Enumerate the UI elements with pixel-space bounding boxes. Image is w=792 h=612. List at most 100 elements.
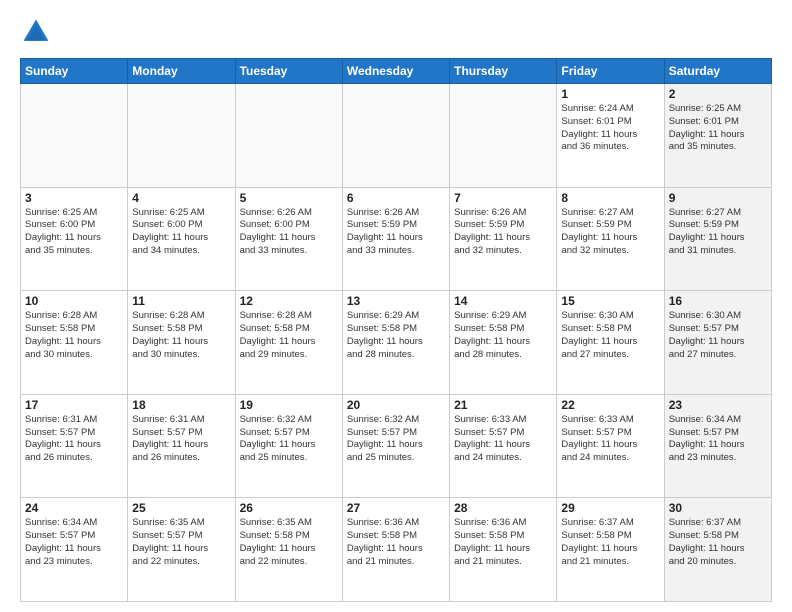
day-info: Sunrise: 6:26 AM Sunset: 6:00 PM Dayligh…	[240, 207, 338, 258]
weekday-header-saturday: Saturday	[664, 59, 771, 84]
day-info: Sunrise: 6:35 AM Sunset: 5:57 PM Dayligh…	[132, 517, 230, 568]
calendar-cell: 17 Sunrise: 6:31 AM Sunset: 5:57 PM Dayli…	[21, 394, 128, 498]
day-info: Sunrise: 6:29 AM Sunset: 5:58 PM Dayligh…	[454, 310, 552, 361]
calendar-cell	[21, 84, 128, 188]
calendar-cell: 24 Sunrise: 6:34 AM Sunset: 5:57 PM Dayli…	[21, 498, 128, 602]
day-info: Sunrise: 6:31 AM Sunset: 5:57 PM Dayligh…	[25, 414, 123, 465]
day-info: Sunrise: 6:35 AM Sunset: 5:58 PM Dayligh…	[240, 517, 338, 568]
day-number: 8	[561, 191, 659, 205]
calendar-cell: 15 Sunrise: 6:30 AM Sunset: 5:58 PM Dayli…	[557, 291, 664, 395]
calendar-cell: 21 Sunrise: 6:33 AM Sunset: 5:57 PM Dayli…	[450, 394, 557, 498]
calendar-cell: 28 Sunrise: 6:36 AM Sunset: 5:58 PM Dayli…	[450, 498, 557, 602]
day-number: 27	[347, 501, 445, 515]
calendar-cell: 12Sunrise: 6:28 AM Sunset: 5:58 PM Dayli…	[235, 291, 342, 395]
calendar-cell: 14 Sunrise: 6:29 AM Sunset: 5:58 PM Dayli…	[450, 291, 557, 395]
calendar-cell: 16 Sunrise: 6:30 AM Sunset: 5:57 PM Dayli…	[664, 291, 771, 395]
day-info: Sunrise: 6:24 AM Sunset: 6:01 PM Dayligh…	[561, 103, 659, 154]
day-number: 7	[454, 191, 552, 205]
day-info: Sunrise: 6:27 AM Sunset: 5:59 PM Dayligh…	[669, 207, 767, 258]
day-number: 14	[454, 294, 552, 308]
day-info: Sunrise: 6:32 AM Sunset: 5:57 PM Dayligh…	[347, 414, 445, 465]
page: SundayMondayTuesdayWednesdayThursdayFrid…	[0, 0, 792, 612]
day-number: 3	[25, 191, 123, 205]
calendar-cell: 27Sunrise: 6:36 AM Sunset: 5:58 PM Dayli…	[342, 498, 449, 602]
day-number: 2	[669, 87, 767, 101]
calendar-cell: 13 Sunrise: 6:29 AM Sunset: 5:58 PM Dayli…	[342, 291, 449, 395]
day-info: Sunrise: 6:37 AM Sunset: 5:58 PM Dayligh…	[561, 517, 659, 568]
day-number: 4	[132, 191, 230, 205]
calendar-cell: 6 Sunrise: 6:26 AM Sunset: 5:59 PM Daylig…	[342, 187, 449, 291]
calendar-cell: 20Sunrise: 6:32 AM Sunset: 5:57 PM Dayli…	[342, 394, 449, 498]
day-info: Sunrise: 6:32 AM Sunset: 5:57 PM Dayligh…	[240, 414, 338, 465]
day-number: 15	[561, 294, 659, 308]
day-info: Sunrise: 6:28 AM Sunset: 5:58 PM Dayligh…	[240, 310, 338, 361]
calendar-cell: 11 Sunrise: 6:28 AM Sunset: 5:58 PM Dayli…	[128, 291, 235, 395]
day-number: 30	[669, 501, 767, 515]
day-number: 11	[132, 294, 230, 308]
day-info: Sunrise: 6:26 AM Sunset: 5:59 PM Dayligh…	[347, 207, 445, 258]
day-number: 25	[132, 501, 230, 515]
day-info: Sunrise: 6:30 AM Sunset: 5:58 PM Dayligh…	[561, 310, 659, 361]
calendar-cell: 9 Sunrise: 6:27 AM Sunset: 5:59 PM Daylig…	[664, 187, 771, 291]
calendar-cell: 23 Sunrise: 6:34 AM Sunset: 5:57 PM Dayli…	[664, 394, 771, 498]
calendar-cell: 26 Sunrise: 6:35 AM Sunset: 5:58 PM Dayli…	[235, 498, 342, 602]
weekday-header-sunday: Sunday	[21, 59, 128, 84]
calendar-cell: 19Sunrise: 6:32 AM Sunset: 5:57 PM Dayli…	[235, 394, 342, 498]
day-number: 23	[669, 398, 767, 412]
day-number: 16	[669, 294, 767, 308]
calendar-cell: 2 Sunrise: 6:25 AM Sunset: 6:01 PM Daylig…	[664, 84, 771, 188]
day-info: Sunrise: 6:25 AM Sunset: 6:00 PM Dayligh…	[132, 207, 230, 258]
day-number: 29	[561, 501, 659, 515]
day-number: 13	[347, 294, 445, 308]
calendar-cell	[450, 84, 557, 188]
calendar-cell: 10 Sunrise: 6:28 AM Sunset: 5:58 PM Dayli…	[21, 291, 128, 395]
calendar-cell: 30 Sunrise: 6:37 AM Sunset: 5:58 PM Dayli…	[664, 498, 771, 602]
calendar-cell	[235, 84, 342, 188]
day-info: Sunrise: 6:27 AM Sunset: 5:59 PM Dayligh…	[561, 207, 659, 258]
day-info: Sunrise: 6:25 AM Sunset: 6:00 PM Dayligh…	[25, 207, 123, 258]
calendar-week-2: 3 Sunrise: 6:25 AM Sunset: 6:00 PM Daylig…	[21, 187, 772, 291]
logo-icon	[20, 16, 52, 48]
calendar-cell: 22 Sunrise: 6:33 AM Sunset: 5:57 PM Dayli…	[557, 394, 664, 498]
day-info: Sunrise: 6:37 AM Sunset: 5:58 PM Dayligh…	[669, 517, 767, 568]
calendar-cell	[128, 84, 235, 188]
day-info: Sunrise: 6:34 AM Sunset: 5:57 PM Dayligh…	[669, 414, 767, 465]
header	[20, 16, 772, 48]
day-info: Sunrise: 6:33 AM Sunset: 5:57 PM Dayligh…	[454, 414, 552, 465]
calendar-cell	[342, 84, 449, 188]
weekday-header-wednesday: Wednesday	[342, 59, 449, 84]
day-info: Sunrise: 6:30 AM Sunset: 5:57 PM Dayligh…	[669, 310, 767, 361]
day-number: 9	[669, 191, 767, 205]
calendar-cell: 1 Sunrise: 6:24 AM Sunset: 6:01 PM Daylig…	[557, 84, 664, 188]
calendar-cell: 18Sunrise: 6:31 AM Sunset: 5:57 PM Dayli…	[128, 394, 235, 498]
day-info: Sunrise: 6:31 AM Sunset: 5:57 PM Dayligh…	[132, 414, 230, 465]
day-number: 28	[454, 501, 552, 515]
calendar-week-5: 24 Sunrise: 6:34 AM Sunset: 5:57 PM Dayli…	[21, 498, 772, 602]
calendar-cell: 8 Sunrise: 6:27 AM Sunset: 5:59 PM Daylig…	[557, 187, 664, 291]
day-number: 5	[240, 191, 338, 205]
calendar-cell: 25 Sunrise: 6:35 AM Sunset: 5:57 PM Dayli…	[128, 498, 235, 602]
calendar-cell: 29 Sunrise: 6:37 AM Sunset: 5:58 PM Dayli…	[557, 498, 664, 602]
weekday-header-tuesday: Tuesday	[235, 59, 342, 84]
day-info: Sunrise: 6:26 AM Sunset: 5:59 PM Dayligh…	[454, 207, 552, 258]
day-number: 26	[240, 501, 338, 515]
day-number: 22	[561, 398, 659, 412]
day-info: Sunrise: 6:28 AM Sunset: 5:58 PM Dayligh…	[132, 310, 230, 361]
day-number: 24	[25, 501, 123, 515]
day-number: 6	[347, 191, 445, 205]
day-number: 10	[25, 294, 123, 308]
day-info: Sunrise: 6:36 AM Sunset: 5:58 PM Dayligh…	[454, 517, 552, 568]
calendar-header-row: SundayMondayTuesdayWednesdayThursdayFrid…	[21, 59, 772, 84]
day-info: Sunrise: 6:29 AM Sunset: 5:58 PM Dayligh…	[347, 310, 445, 361]
day-number: 1	[561, 87, 659, 101]
day-info: Sunrise: 6:33 AM Sunset: 5:57 PM Dayligh…	[561, 414, 659, 465]
day-info: Sunrise: 6:25 AM Sunset: 6:01 PM Dayligh…	[669, 103, 767, 154]
logo	[20, 16, 56, 48]
day-info: Sunrise: 6:28 AM Sunset: 5:58 PM Dayligh…	[25, 310, 123, 361]
weekday-header-friday: Friday	[557, 59, 664, 84]
day-number: 17	[25, 398, 123, 412]
day-info: Sunrise: 6:34 AM Sunset: 5:57 PM Dayligh…	[25, 517, 123, 568]
calendar-cell: 3 Sunrise: 6:25 AM Sunset: 6:00 PM Daylig…	[21, 187, 128, 291]
calendar-week-1: 1 Sunrise: 6:24 AM Sunset: 6:01 PM Daylig…	[21, 84, 772, 188]
day-number: 21	[454, 398, 552, 412]
